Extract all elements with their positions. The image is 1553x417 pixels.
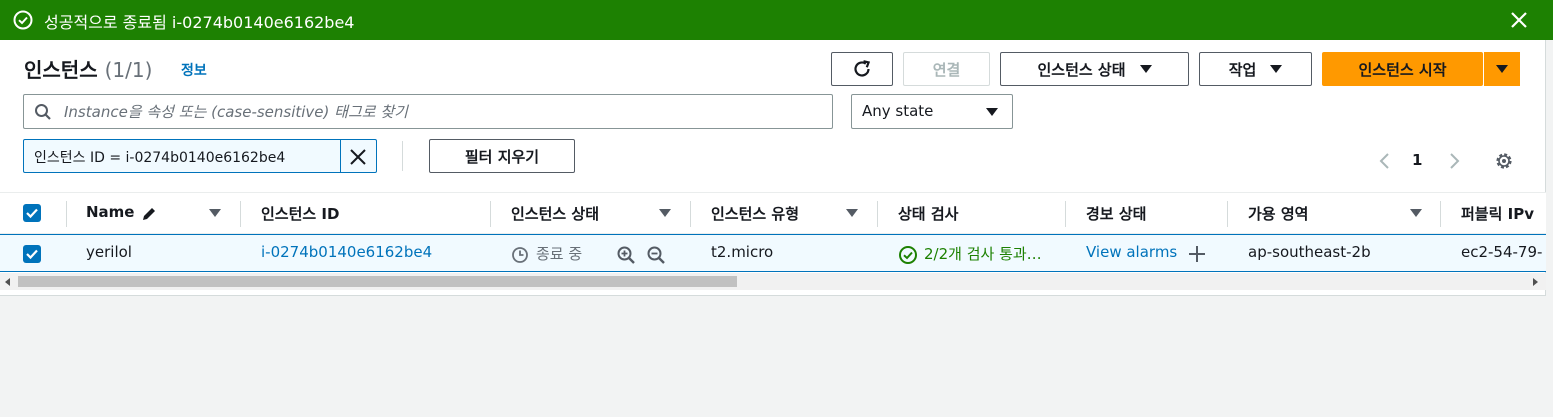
table-row[interactable]: yerilol i-0274b0140e6162be4 종료 중 t2.micr… xyxy=(0,234,1546,272)
sort-icon[interactable] xyxy=(659,209,671,217)
connect-button[interactable]: 연결 xyxy=(903,52,990,86)
select-all-checkbox[interactable] xyxy=(23,204,41,222)
clock-icon xyxy=(512,247,528,263)
view-alarms-link[interactable]: View alarms xyxy=(1086,243,1177,261)
instance-state-label: 인스턴스 상태 xyxy=(1037,60,1126,79)
column-header-instance-id[interactable]: 인스턴스 ID xyxy=(261,203,339,224)
check-circle-icon xyxy=(899,246,917,264)
column-header-name[interactable]: Name xyxy=(86,203,134,221)
filter-token: 인스턴스 ID = i-0274b0140e6162be4 xyxy=(23,139,377,173)
sort-icon[interactable] xyxy=(1410,209,1422,217)
column-separator xyxy=(1065,201,1066,227)
edit-icon xyxy=(143,208,155,220)
column-separator xyxy=(1440,201,1441,227)
column-separator xyxy=(490,201,491,227)
caret-down-icon xyxy=(986,108,998,116)
state-filter-select[interactable]: Any state xyxy=(851,94,1013,129)
page-title: 인스턴스 (1/1) xyxy=(24,54,152,83)
caret-down-icon xyxy=(1496,65,1508,73)
checkmark-icon xyxy=(26,208,38,219)
cell-name: yerilol xyxy=(86,243,132,261)
chevron-left-icon[interactable] xyxy=(1376,152,1394,170)
zoom-out-icon[interactable] xyxy=(646,245,666,265)
column-separator xyxy=(66,201,67,227)
filter-token-label: 인스턴스 ID = i-0274b0140e6162be4 xyxy=(34,150,286,166)
caret-down-icon xyxy=(1139,65,1152,73)
column-header-status-check[interactable]: 상태 검사 xyxy=(898,203,958,224)
caret-down-icon xyxy=(1270,65,1283,73)
info-link[interactable]: 정보 xyxy=(181,60,207,80)
sort-icon[interactable] xyxy=(209,209,221,217)
remove-filter-icon[interactable] xyxy=(346,145,370,169)
instances-panel: 인스턴스 (1/1) 정보 연결 인스턴스 상태 작업 인스턴스 시작 Any … xyxy=(0,40,1546,296)
scroll-left-arrow-icon[interactable] xyxy=(5,278,10,286)
success-flash-banner: 성공적으로 종료됨 i-0274b0140e6162be4 xyxy=(0,0,1553,40)
row-checkbox[interactable] xyxy=(23,245,41,263)
scroll-right-arrow-icon[interactable] xyxy=(1533,278,1538,286)
divider xyxy=(402,141,403,171)
instance-state-dropdown[interactable]: 인스턴스 상태 xyxy=(1000,52,1189,86)
checkmark-icon xyxy=(26,249,38,260)
instance-count: (1/1) xyxy=(104,58,153,82)
sort-icon[interactable] xyxy=(846,209,858,217)
cell-instance-id-link[interactable]: i-0274b0140e6162be4 xyxy=(261,243,432,261)
flash-message: 성공적으로 종료됨 i-0274b0140e6162be4 xyxy=(44,13,355,32)
horizontal-scrollbar[interactable] xyxy=(0,273,1546,290)
column-header-instance-state[interactable]: 인스턴스 상태 xyxy=(511,203,599,224)
column-header-availability-zone[interactable]: 가용 영역 xyxy=(1248,203,1308,224)
actions-dropdown[interactable]: 작업 xyxy=(1199,52,1312,86)
clear-filters-button[interactable]: 필터 지우기 xyxy=(429,139,575,173)
cell-instance-type: t2.micro xyxy=(711,243,774,261)
title-text: 인스턴스 xyxy=(24,58,98,82)
cell-instance-state: 종료 중 xyxy=(536,245,583,263)
column-header-alarm-status[interactable]: 경보 상태 xyxy=(1086,203,1146,224)
launch-instance-button[interactable]: 인스턴스 시작 xyxy=(1322,52,1483,86)
search-icon xyxy=(35,104,51,120)
chevron-right-icon[interactable] xyxy=(1445,152,1463,170)
cell-availability-zone: ap-southeast-2b xyxy=(1248,243,1371,261)
close-icon[interactable] xyxy=(1507,8,1531,32)
column-separator xyxy=(1227,201,1228,227)
cell-public-dns: ec2-54-79- xyxy=(1461,243,1543,261)
scrollbar-thumb[interactable] xyxy=(18,276,737,287)
token-divider xyxy=(340,140,341,172)
column-separator xyxy=(690,201,691,227)
column-separator xyxy=(240,201,241,227)
gear-icon[interactable] xyxy=(1492,149,1516,173)
zoom-in-icon[interactable] xyxy=(616,245,636,265)
actions-label: 작업 xyxy=(1228,60,1257,79)
plus-icon[interactable] xyxy=(1187,244,1207,264)
refresh-icon xyxy=(854,60,871,77)
column-separator xyxy=(877,201,878,227)
search-box[interactable] xyxy=(23,94,833,129)
check-circle-icon xyxy=(13,10,33,30)
refresh-button[interactable] xyxy=(831,52,893,86)
column-header-instance-type[interactable]: 인스턴스 유형 xyxy=(711,203,799,224)
launch-options-dropdown[interactable] xyxy=(1483,52,1520,86)
cell-status-check[interactable]: 2/2개 검사 통과… xyxy=(924,243,1042,264)
current-page[interactable]: 1 xyxy=(1412,151,1422,169)
state-filter-value: Any state xyxy=(862,102,934,120)
search-input[interactable] xyxy=(62,100,822,124)
column-header-public-ipv4[interactable]: 퍼블릭 IPv xyxy=(1461,203,1534,224)
table-header: Name 인스턴스 ID 인스턴스 상태 인스턴스 유형 상태 검사 경보 상태… xyxy=(0,192,1546,234)
